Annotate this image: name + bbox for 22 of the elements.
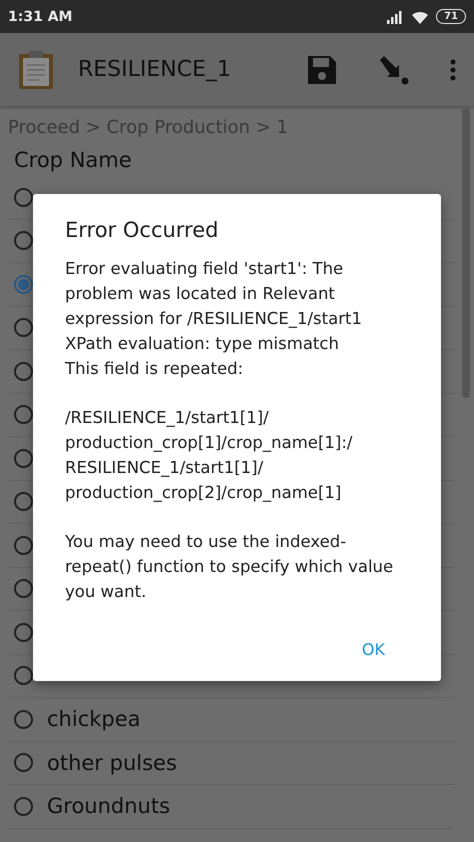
app-title: RESILIENCE_1 bbox=[78, 57, 232, 82]
battery-level: 71 bbox=[436, 9, 466, 24]
signal-icon bbox=[386, 10, 404, 24]
radio-button[interactable] bbox=[14, 753, 33, 772]
status-time: 1:31 AM bbox=[8, 8, 72, 24]
dialog-title: Error Occurred bbox=[65, 218, 220, 242]
option-label[interactable]: chickpea bbox=[47, 707, 141, 732]
arrow-icon[interactable] bbox=[378, 54, 410, 86]
wifi-icon bbox=[411, 10, 430, 24]
dialog-message: You may need to use the indexed-repeat() function to specify which value you want. bbox=[65, 531, 394, 603]
radio-button[interactable] bbox=[14, 796, 33, 816]
radio-button[interactable] bbox=[14, 710, 33, 729]
ok-button[interactable]: OK bbox=[354, 634, 393, 665]
dialog-message: Error evaluating field 'start1': The problem was located in Relevant expression for /RESILIENCE_1/start1 XPath evaluation: type mismatch This field is repeated: bbox=[65, 258, 363, 380]
question-label: Crop Name bbox=[14, 148, 133, 172]
clipboard-icon bbox=[18, 50, 54, 90]
more-icon[interactable] bbox=[450, 58, 456, 80]
option-label[interactable]: other pulses bbox=[47, 750, 177, 775]
save-icon[interactable] bbox=[306, 54, 338, 86]
scrollbar[interactable] bbox=[462, 108, 470, 398]
option-label[interactable]: Groundnuts bbox=[47, 794, 170, 818]
dialog-message: /RESILIENCE_1/start1[1]/ production_crop[1]/crop_name[1]:/ RESILIENCE_1/start1[1]/ production_crop[2]/crop_name[1] bbox=[65, 407, 354, 504]
